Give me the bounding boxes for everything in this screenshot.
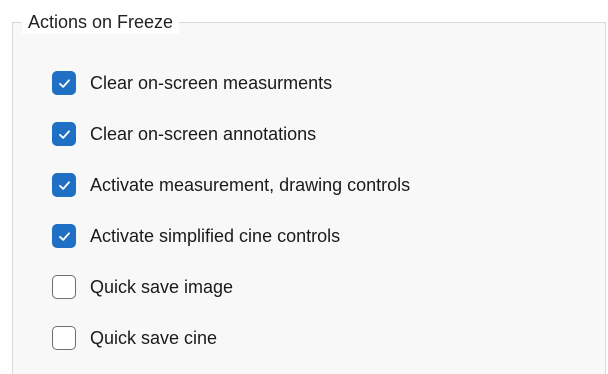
- quick-save-cine-checkbox[interactable]: [52, 326, 76, 350]
- freeze-options-list: Clear on-screen measurments Clear on-scr…: [52, 66, 410, 355]
- option-label: Quick save cine: [90, 328, 218, 348]
- activate-simplified-cine-checkbox[interactable]: [52, 224, 76, 248]
- clear-measurements-checkbox[interactable]: [52, 71, 76, 95]
- option-clear-measurements[interactable]: Clear on-screen measurments: [52, 66, 410, 100]
- activate-measurement-drawing-checkbox[interactable]: [52, 173, 76, 197]
- option-label: Activate simplified cine controls: [90, 226, 341, 246]
- option-label: Quick save image: [90, 277, 234, 297]
- clear-annotations-checkbox[interactable]: [52, 122, 76, 146]
- option-label: Clear on-screen measurments: [90, 73, 333, 93]
- option-clear-annotations[interactable]: Clear on-screen annotations: [52, 117, 410, 151]
- quick-save-image-checkbox[interactable]: [52, 275, 76, 299]
- check-icon: [58, 78, 70, 88]
- option-label: Activate measurement, drawing controls: [90, 175, 411, 195]
- option-label: Clear on-screen annotations: [90, 124, 317, 144]
- check-icon: [58, 231, 70, 241]
- groupbox-title: Actions on Freeze: [22, 10, 180, 34]
- option-activate-measurement-drawing[interactable]: Activate measurement, drawing controls: [52, 168, 410, 202]
- check-icon: [58, 180, 70, 190]
- option-quick-save-cine[interactable]: Quick save cine: [52, 321, 410, 355]
- option-quick-save-image[interactable]: Quick save image: [52, 270, 410, 304]
- option-activate-simplified-cine[interactable]: Activate simplified cine controls: [52, 219, 410, 253]
- check-icon: [58, 129, 70, 139]
